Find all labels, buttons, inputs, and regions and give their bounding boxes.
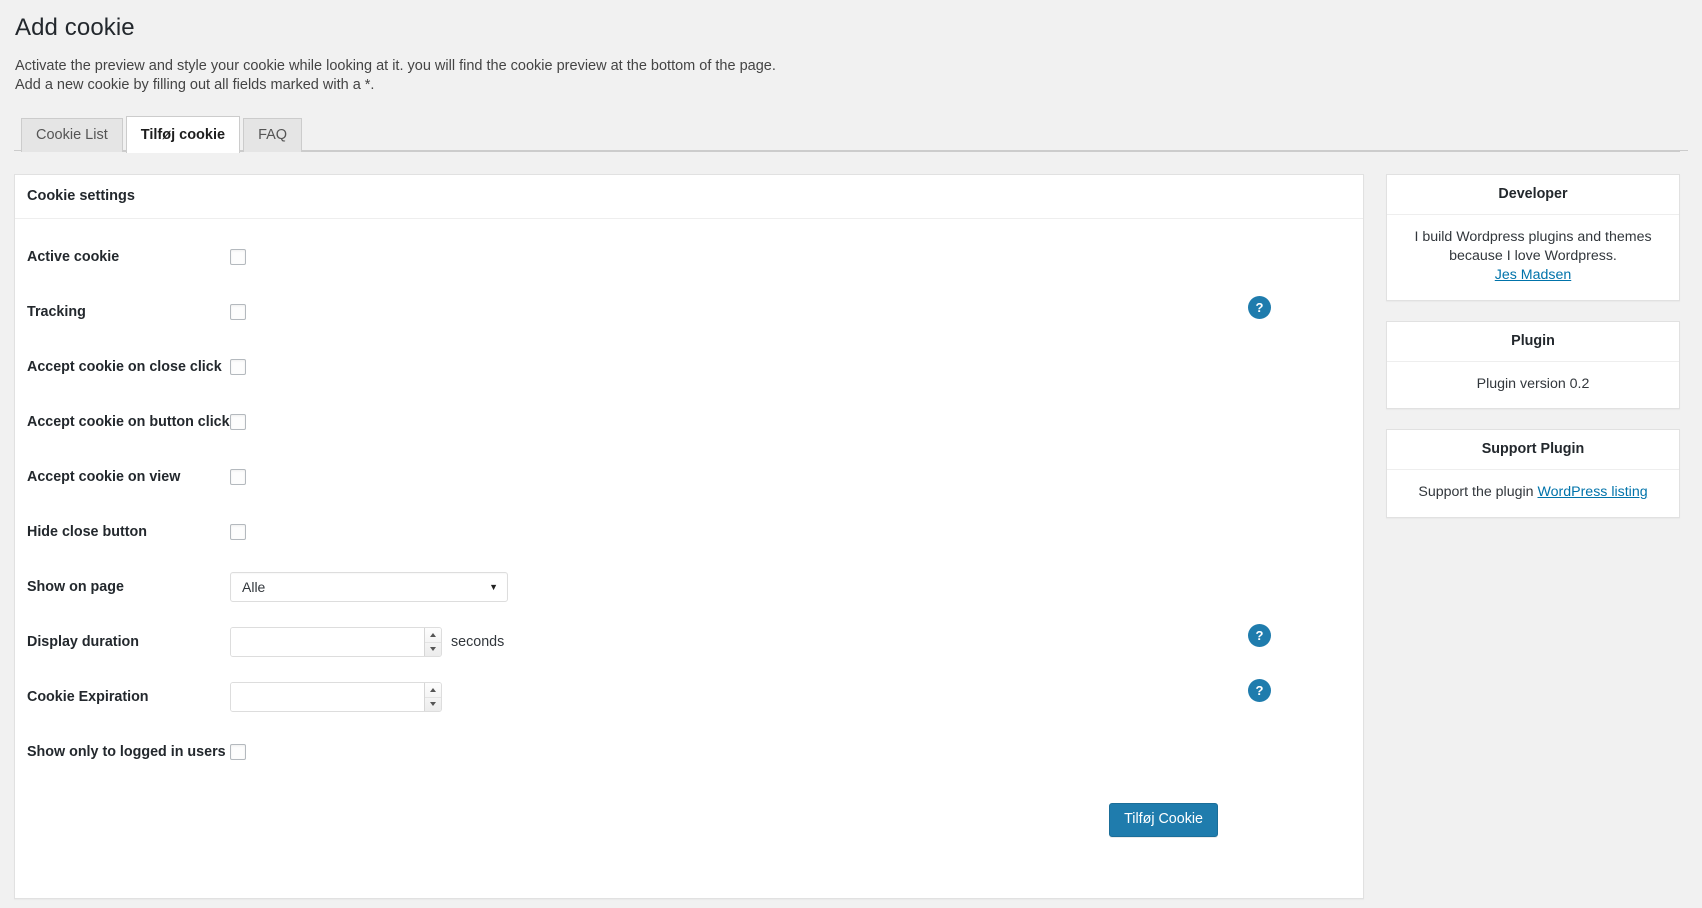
number-input-display-duration[interactable] [230, 627, 442, 658]
card-plugin-title: Plugin [1387, 322, 1679, 363]
label-show-on-page: Show on page [27, 579, 124, 596]
card-developer: Developer I build Wordpress plugins and … [1386, 174, 1680, 302]
checkbox-active-cookie[interactable] [230, 249, 246, 266]
form-row-accept-on-button-click: Accept cookie on button click [15, 404, 1363, 440]
help-icon-display-duration[interactable]: ? [1248, 624, 1271, 648]
tab-cookie-list[interactable]: Cookie List [21, 118, 123, 153]
checkbox-logged-in-users[interactable] [230, 744, 246, 761]
page-intro: Activate the preview and style your cook… [14, 47, 1680, 95]
card-plugin: Plugin Plugin version 0.2 [1386, 321, 1680, 410]
label-active-cookie: Active cookie [27, 249, 120, 266]
submit-area: Tilføj Cookie [15, 789, 1363, 838]
label-cookie-expiration: Cookie Expiration [27, 689, 149, 706]
card-plugin-body: Plugin version 0.2 [1387, 362, 1679, 408]
chevron-down-icon: ▼ [489, 581, 498, 592]
label-accept-on-button-click: Accept cookie on button click [27, 414, 230, 431]
label-display-duration: Display duration [27, 634, 140, 651]
card-developer-title: Developer [1387, 175, 1679, 216]
cookie-settings-form: Active cookie Tracking ? Accept cookie o… [15, 219, 1363, 838]
admin-page: Add cookie Activate the preview and styl… [0, 0, 1702, 908]
intro-line-1: Activate the preview and style your cook… [15, 58, 776, 75]
card-support-plugin: Support Plugin Support the plugin WordPr… [1386, 429, 1680, 519]
wordpress-listing-link[interactable]: WordPress listing [1537, 484, 1647, 500]
panel-heading: Cookie settings [15, 175, 1363, 220]
form-row-hide-close-button: Hide close button [15, 514, 1363, 550]
spinner-up-icon[interactable] [425, 683, 441, 697]
checkbox-hide-close-button[interactable] [230, 524, 246, 541]
label-tracking: Tracking [27, 304, 86, 321]
add-cookie-button[interactable]: Tilføj Cookie [1109, 803, 1218, 838]
form-row-display-duration: Display duration seconds ? [15, 624, 1363, 660]
checkbox-tracking[interactable] [230, 304, 246, 321]
label-hide-close-button: Hide close button [27, 524, 147, 541]
content-columns: Cookie settings Active cookie Tracking ? [14, 174, 1680, 900]
spinner-up-icon[interactable] [425, 628, 441, 642]
form-row-show-on-page: Show on page Alle ▼ [15, 569, 1363, 605]
form-row-tracking: Tracking ? [15, 294, 1363, 330]
unit-seconds: seconds [451, 634, 505, 651]
select-show-on-page[interactable]: Alle ▼ [230, 572, 508, 603]
number-input-cookie-expiration[interactable] [230, 682, 442, 713]
checkbox-accept-on-close-click[interactable] [230, 359, 246, 376]
intro-line-2: Add a new cookie by filling out all fiel… [15, 77, 375, 94]
checkbox-accept-on-view[interactable] [230, 469, 246, 486]
select-show-on-page-value: Alle [242, 579, 266, 596]
card-support-plugin-title: Support Plugin [1387, 430, 1679, 471]
cookie-settings-panel: Cookie settings Active cookie Tracking ? [14, 174, 1364, 900]
form-row-cookie-expiration: Cookie Expiration ? [15, 679, 1363, 715]
label-accept-on-close-click: Accept cookie on close click [27, 359, 222, 376]
developer-link[interactable]: Jes Madsen [1495, 267, 1572, 283]
checkbox-accept-on-button-click[interactable] [230, 414, 246, 431]
support-plugin-text: Support the plugin [1418, 484, 1538, 501]
cookie-expiration-field[interactable] [231, 683, 424, 712]
form-row-accept-on-close-click: Accept cookie on close click [15, 349, 1363, 385]
help-icon-tracking[interactable]: ? [1248, 296, 1271, 320]
plugin-version-text: Plugin version 0.2 [1476, 376, 1590, 393]
spinner-down-icon[interactable] [425, 696, 441, 712]
display-duration-field[interactable] [231, 628, 424, 657]
form-row-logged-in-users: Show only to logged in users [15, 734, 1363, 770]
help-icon-cookie-expiration[interactable]: ? [1248, 679, 1271, 703]
label-logged-in-users: Show only to logged in users [27, 744, 226, 761]
form-row-accept-on-view: Accept cookie on view [15, 459, 1363, 495]
form-row-active-cookie: Active cookie [15, 239, 1363, 275]
tab-bar: Cookie List Tilføj cookie FAQ [14, 116, 1688, 154]
label-accept-on-view: Accept cookie on view [27, 469, 181, 486]
display-duration-spinner[interactable] [424, 628, 441, 657]
page-title: Add cookie [15, 14, 135, 41]
card-developer-text: I build Wordpress plugins and themes bec… [1414, 229, 1652, 265]
cookie-expiration-spinner[interactable] [424, 683, 441, 712]
card-support-plugin-body: Support the plugin WordPress listing [1387, 470, 1679, 517]
card-developer-body: I build Wordpress plugins and themes bec… [1387, 215, 1679, 300]
tab-tilfoj-cookie[interactable]: Tilføj cookie [125, 116, 241, 154]
sidebar: Developer I build Wordpress plugins and … [1386, 174, 1680, 538]
tab-faq[interactable]: FAQ [243, 118, 303, 153]
spinner-down-icon[interactable] [425, 641, 441, 657]
